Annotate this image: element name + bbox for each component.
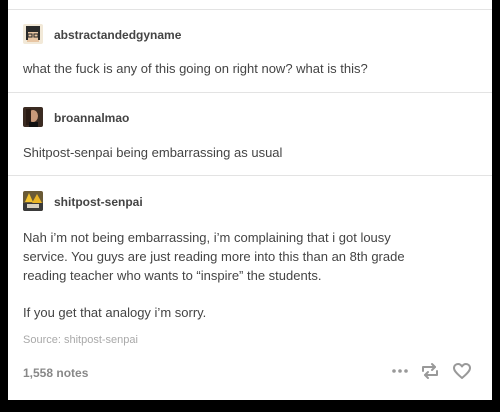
- username[interactable]: broannalmao: [54, 111, 129, 125]
- divider: [8, 9, 492, 10]
- notes-count[interactable]: 1,558 notes: [23, 366, 88, 380]
- post-text: what the fuck is any of this going on ri…: [23, 61, 368, 76]
- source-link[interactable]: Source: shitpost-senpai: [23, 334, 138, 346]
- heart-icon[interactable]: [452, 362, 472, 380]
- avatar[interactable]: [23, 24, 43, 44]
- post-text-line: If you get that analogy i’m sorry.: [23, 305, 207, 320]
- username[interactable]: shitpost-senpai: [54, 195, 143, 209]
- avatar[interactable]: [23, 107, 43, 127]
- divider: [8, 92, 492, 93]
- avatar[interactable]: [23, 191, 43, 211]
- post-card: abstractandedgyname what the fuck is any…: [8, 0, 492, 400]
- more-icon[interactable]: [392, 368, 408, 374]
- post-text-line: reading teacher who wants to “inspire” t…: [23, 268, 322, 283]
- post-actions: [392, 362, 472, 380]
- username[interactable]: abstractandedgyname: [54, 28, 181, 42]
- post-text-line: Nah i’m not being embarrassing, i’m comp…: [23, 230, 391, 245]
- post-text: Shitpost-senpai being embarrassing as us…: [23, 145, 283, 160]
- divider: [8, 175, 492, 176]
- reblog-icon[interactable]: [420, 362, 440, 380]
- post-text-line: service. You guys are just reading more …: [23, 249, 405, 264]
